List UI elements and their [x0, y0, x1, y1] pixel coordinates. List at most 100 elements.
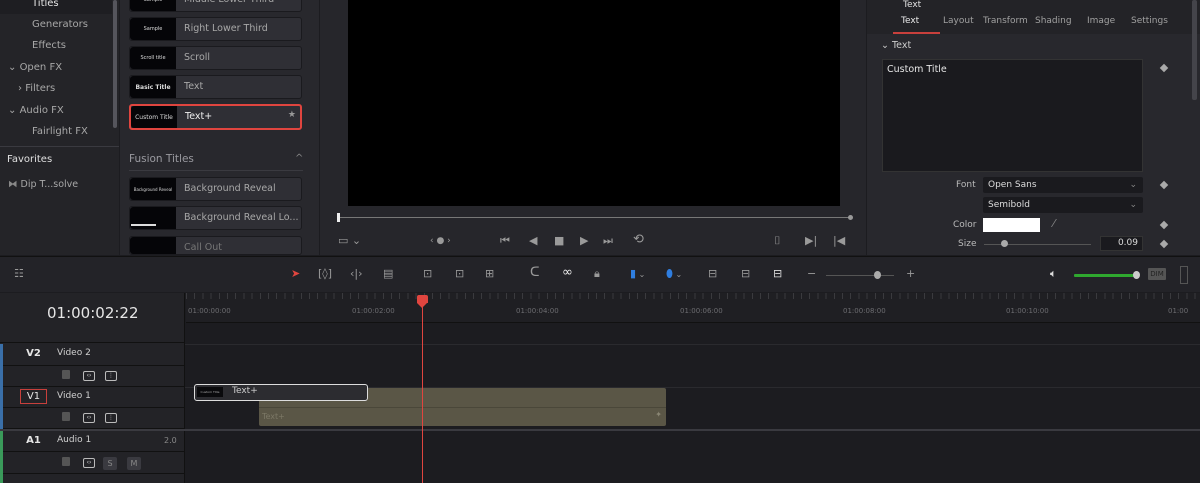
- play-reverse-icon[interactable]: ◀: [529, 234, 537, 248]
- star-icon[interactable]: ★: [288, 110, 296, 120]
- tab-layout[interactable]: Layout: [943, 16, 974, 26]
- disable-track-icon[interactable]: ⋮: [105, 371, 117, 381]
- prev-edit-icon[interactable]: |◀: [833, 234, 845, 248]
- loop-icon[interactable]: ⟲: [633, 233, 644, 247]
- title-item[interactable]: Scroll title Scroll: [129, 46, 302, 70]
- size-label: Size: [958, 239, 977, 249]
- frame-nav-icon[interactable]: ‹ ● ›: [430, 234, 451, 248]
- tab-transform[interactable]: Transform: [983, 16, 1028, 26]
- font-dropdown[interactable]: Open Sans ⌄: [983, 177, 1143, 193]
- chevron-down-icon: ⌄: [1129, 180, 1137, 190]
- color-swatch[interactable]: [983, 218, 1040, 232]
- size-slider[interactable]: [984, 244, 1091, 245]
- snapping-icon[interactable]: ᑕ: [530, 266, 540, 280]
- skip-to-start-icon[interactable]: ⏮: [500, 234, 510, 248]
- scrubber-handle[interactable]: [337, 213, 340, 222]
- track-header-a1[interactable]: A1 Audio 1 2.0: [0, 431, 185, 452]
- playhead[interactable]: [422, 296, 423, 483]
- replace-clip-icon[interactable]: ⊞: [485, 267, 494, 281]
- play-icon[interactable]: ▶: [580, 234, 588, 248]
- auto-select-icon[interactable]: ‹›: [83, 458, 95, 468]
- speaker-icon[interactable]: 🔈︎: [1050, 267, 1057, 281]
- stop-icon[interactable]: ■: [554, 234, 564, 248]
- inspector-tabs: Text Layout Transform Shading Image Sett…: [867, 11, 1200, 34]
- tree-item-generators[interactable]: Generators: [0, 14, 112, 35]
- mute-button[interactable]: M: [127, 457, 141, 470]
- tab-settings[interactable]: Settings: [1131, 16, 1168, 26]
- title-item[interactable]: Basic Title Text: [129, 75, 302, 99]
- title-item[interactable]: Sample Middle Lower Third: [129, 0, 302, 12]
- size-value[interactable]: 0.09: [1100, 236, 1143, 251]
- skip-to-end-icon[interactable]: ⏭: [603, 234, 613, 248]
- font-style-dropdown[interactable]: Semibold ⌄: [983, 197, 1143, 213]
- linked-selection-icon[interactable]: ∞: [562, 266, 573, 280]
- auto-select-icon[interactable]: ‹›: [83, 371, 95, 381]
- trim-tool-icon[interactable]: [◊]: [318, 267, 332, 281]
- volume-handle[interactable]: [1133, 271, 1140, 279]
- track-id[interactable]: V1: [20, 389, 47, 404]
- track-id: V2: [26, 348, 41, 359]
- track-header-v1[interactable]: V1 Video 1: [0, 387, 185, 408]
- playhead-handle[interactable]: [417, 295, 428, 303]
- size-slider-handle[interactable]: [1001, 240, 1008, 247]
- video-track-color: [0, 344, 3, 429]
- marker-icon[interactable]: ⬮ ⌄: [666, 267, 682, 282]
- thumbnail: Sample: [130, 0, 176, 11]
- solo-button[interactable]: S: [103, 457, 117, 470]
- zoom-detail-icon[interactable]: ⊟: [741, 267, 750, 281]
- dim-button[interactable]: DIM: [1148, 268, 1166, 280]
- disable-track-icon[interactable]: ⋮: [105, 413, 117, 423]
- tree-item-fairlight-fx[interactable]: Fairlight FX: [0, 121, 112, 142]
- tree-item-effects[interactable]: Effects: [0, 35, 112, 56]
- next-edit-icon[interactable]: ▶|: [805, 234, 817, 248]
- lock-icon[interactable]: [62, 370, 70, 379]
- position-lock-icon[interactable]: 🔒︎: [594, 267, 600, 281]
- volume-slider[interactable]: [1074, 274, 1136, 277]
- chevron-up-icon[interactable]: ^: [295, 153, 303, 164]
- zoom-custom-icon[interactable]: ⊟: [773, 267, 782, 281]
- lock-icon[interactable]: [62, 412, 70, 421]
- zoom-slider-handle[interactable]: [874, 271, 881, 279]
- section-text[interactable]: ⌄ Text: [881, 40, 911, 51]
- timeline-view-icon[interactable]: ☷: [14, 267, 24, 281]
- auto-select-icon[interactable]: ‹›: [83, 413, 95, 423]
- tree-item-open-fx[interactable]: ⌄ Open FX: [0, 57, 112, 78]
- tab-image[interactable]: Image: [1087, 16, 1115, 26]
- lock-icon[interactable]: [62, 457, 70, 466]
- flag-icon[interactable]: ▮ ⌄: [630, 267, 645, 282]
- overwrite-clip-icon[interactable]: ⊡: [455, 267, 464, 281]
- title-item[interactable]: Sample Right Lower Third: [129, 17, 302, 41]
- track-name: Audio 1: [57, 435, 92, 445]
- tree-item-filters[interactable]: › Filters: [0, 78, 112, 99]
- timecode[interactable]: 01:00:02:22: [47, 304, 139, 322]
- tab-text[interactable]: Text: [901, 16, 919, 26]
- divider: [129, 170, 303, 171]
- tab-shading[interactable]: Shading: [1035, 16, 1072, 26]
- track-name: Video 1: [57, 391, 91, 401]
- zoom-full-icon[interactable]: ⊟: [708, 267, 717, 281]
- viewer-size-icon[interactable]: ▭ ⌄: [338, 234, 361, 248]
- zoom-out-icon[interactable]: −: [807, 267, 816, 281]
- scrollbar[interactable]: [113, 0, 117, 128]
- title-item[interactable]: Call Out: [129, 236, 302, 255]
- selection-tool-icon[interactable]: ➤: [291, 267, 300, 281]
- track-header-v2[interactable]: V2 Video 2: [0, 344, 185, 366]
- favorite-item[interactable]: ⧓ Dip T...solve: [8, 179, 78, 190]
- eyedropper-icon[interactable]: ⁄: [1053, 217, 1055, 230]
- tree-item-audio-fx[interactable]: ⌄ Audio FX: [0, 100, 112, 121]
- zoom-in-icon[interactable]: +: [906, 267, 915, 281]
- title-item-selected[interactable]: Custom Title Text+ ★: [129, 104, 302, 130]
- tree-item-titles[interactable]: Titles: [0, 0, 112, 14]
- title-item[interactable]: Background Reveal Lo...: [129, 206, 302, 230]
- dragged-clip[interactable]: Custom Title Text+: [194, 384, 368, 401]
- scrollbar[interactable]: [1192, 0, 1197, 100]
- zoom-slider[interactable]: [826, 275, 894, 276]
- match-frame-icon[interactable]: ⌷: [774, 234, 781, 248]
- text-input[interactable]: Custom Title: [882, 59, 1143, 172]
- insert-clip-icon[interactable]: ⊡: [423, 267, 432, 281]
- title-item[interactable]: Background Reveal Background Reveal: [129, 177, 302, 201]
- scrubber-bar[interactable]: [338, 217, 851, 218]
- viewer: ▭ ⌄ ‹ ● › ⏮ ◀ ■ ▶ ⏭ ⟲ ⌷ ▶| |◀: [320, 0, 866, 255]
- dynamic-trim-icon[interactable]: ‹|›: [350, 267, 363, 281]
- blade-tool-icon[interactable]: ▤: [383, 267, 393, 281]
